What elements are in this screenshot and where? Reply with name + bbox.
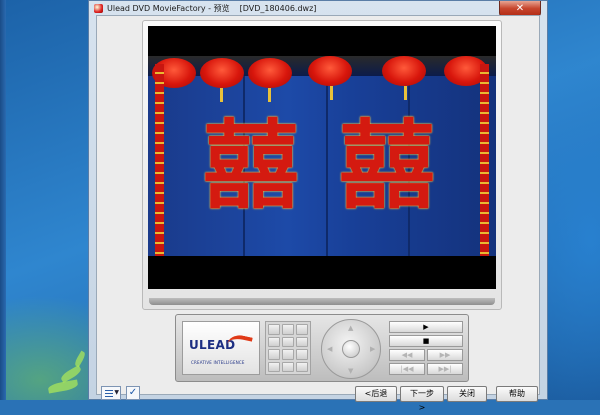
menu-list-dropdown[interactable]: ▼ [101, 386, 121, 400]
numeric-keypad [265, 321, 311, 375]
checkbox-icon[interactable]: ✓ [126, 386, 140, 400]
app-icon [94, 3, 103, 13]
ulead-logo: ULEAD CREATIVE INTELLIGENCE [182, 321, 260, 375]
lantern-tassel [404, 86, 407, 100]
bamboo-leaf [73, 350, 87, 368]
arrow-down-icon[interactable]: ▼ [348, 367, 353, 375]
logo-swoosh-icon [225, 332, 253, 358]
transport-controls: ▶ ■ ◀◀ ▶▶ |◀◀ ▶▶| [389, 321, 463, 375]
keypad-key[interactable] [268, 336, 280, 347]
keypad-key[interactable] [296, 324, 308, 335]
red-lantern [308, 56, 352, 86]
rewind-button[interactable]: ◀◀ [389, 349, 425, 361]
stop-button[interactable]: ■ [389, 335, 463, 347]
couplet-strip [155, 64, 164, 256]
red-lantern [382, 56, 426, 86]
app-title: Ulead DVD MovieFactory - 预览 [107, 3, 230, 13]
list-icon [105, 390, 113, 397]
taskbar-edge [0, 0, 6, 400]
dialog-client-area: 囍 囍 ULEAD CREATIVE INTELLIGENCE ▲ ▼ ◀ ▶ … [96, 15, 541, 412]
red-lantern [248, 58, 292, 88]
arrow-right-icon[interactable]: ▶ [370, 345, 375, 353]
door-panel [326, 56, 328, 256]
preview-monitor: 囍 囍 [142, 20, 502, 310]
keypad-key[interactable] [268, 324, 280, 335]
play-button[interactable]: ▶ [389, 321, 463, 333]
dialog-button-bar: ▼ ✓ <后退 下一步> 关闭 帮助 [97, 386, 541, 412]
arrow-left-icon[interactable]: ◀ [327, 345, 332, 353]
keypad-key[interactable] [296, 361, 308, 372]
bamboo-leaf [47, 379, 79, 394]
couplet-strip [480, 64, 489, 256]
fast-forward-button[interactable]: ▶▶ [427, 349, 463, 361]
lantern-tassel [268, 88, 271, 102]
red-lantern [200, 58, 244, 88]
video-frame: 囍 囍 [148, 56, 496, 256]
title-bar[interactable]: Ulead DVD MovieFactory - 预览 [DVD_180406.d… [89, 1, 547, 17]
arrow-up-icon[interactable]: ▲ [348, 324, 353, 332]
monitor-bezel [149, 298, 495, 305]
keypad-key[interactable] [296, 336, 308, 347]
navigation-dpad[interactable]: ▲ ▼ ◀ ▶ [321, 319, 381, 379]
chevron-down-icon: ▼ [114, 389, 119, 396]
previous-chapter-button[interactable]: |◀◀ [389, 363, 425, 375]
preview-window: Ulead DVD MovieFactory - 预览 [DVD_180406.d… [88, 0, 548, 412]
keypad-key[interactable] [268, 349, 280, 360]
next-chapter-button[interactable]: ▶▶| [427, 363, 463, 375]
window-title: Ulead DVD MovieFactory - 预览 [DVD_180406.d… [107, 3, 316, 14]
playback-console: ULEAD CREATIVE INTELLIGENCE ▲ ▼ ◀ ▶ ▶ ■ … [175, 314, 469, 382]
lantern-tassel [220, 88, 223, 102]
keypad-key[interactable] [296, 349, 308, 360]
keypad-key[interactable] [282, 324, 294, 335]
logo-tagline: CREATIVE INTELLIGENCE [191, 360, 245, 365]
double-happiness-character: 囍 [339, 109, 435, 222]
keypad-key[interactable] [282, 336, 294, 347]
lantern-tassel [330, 86, 333, 100]
dpad-enter-button[interactable] [342, 340, 360, 358]
keypad-key[interactable] [282, 349, 294, 360]
video-preview-screen[interactable]: 囍 囍 [148, 26, 496, 289]
keypad-key[interactable] [282, 361, 294, 372]
keypad-key[interactable] [268, 361, 280, 372]
double-happiness-character: 囍 [203, 109, 299, 222]
document-name: [DVD_180406.dwz] [239, 3, 317, 13]
